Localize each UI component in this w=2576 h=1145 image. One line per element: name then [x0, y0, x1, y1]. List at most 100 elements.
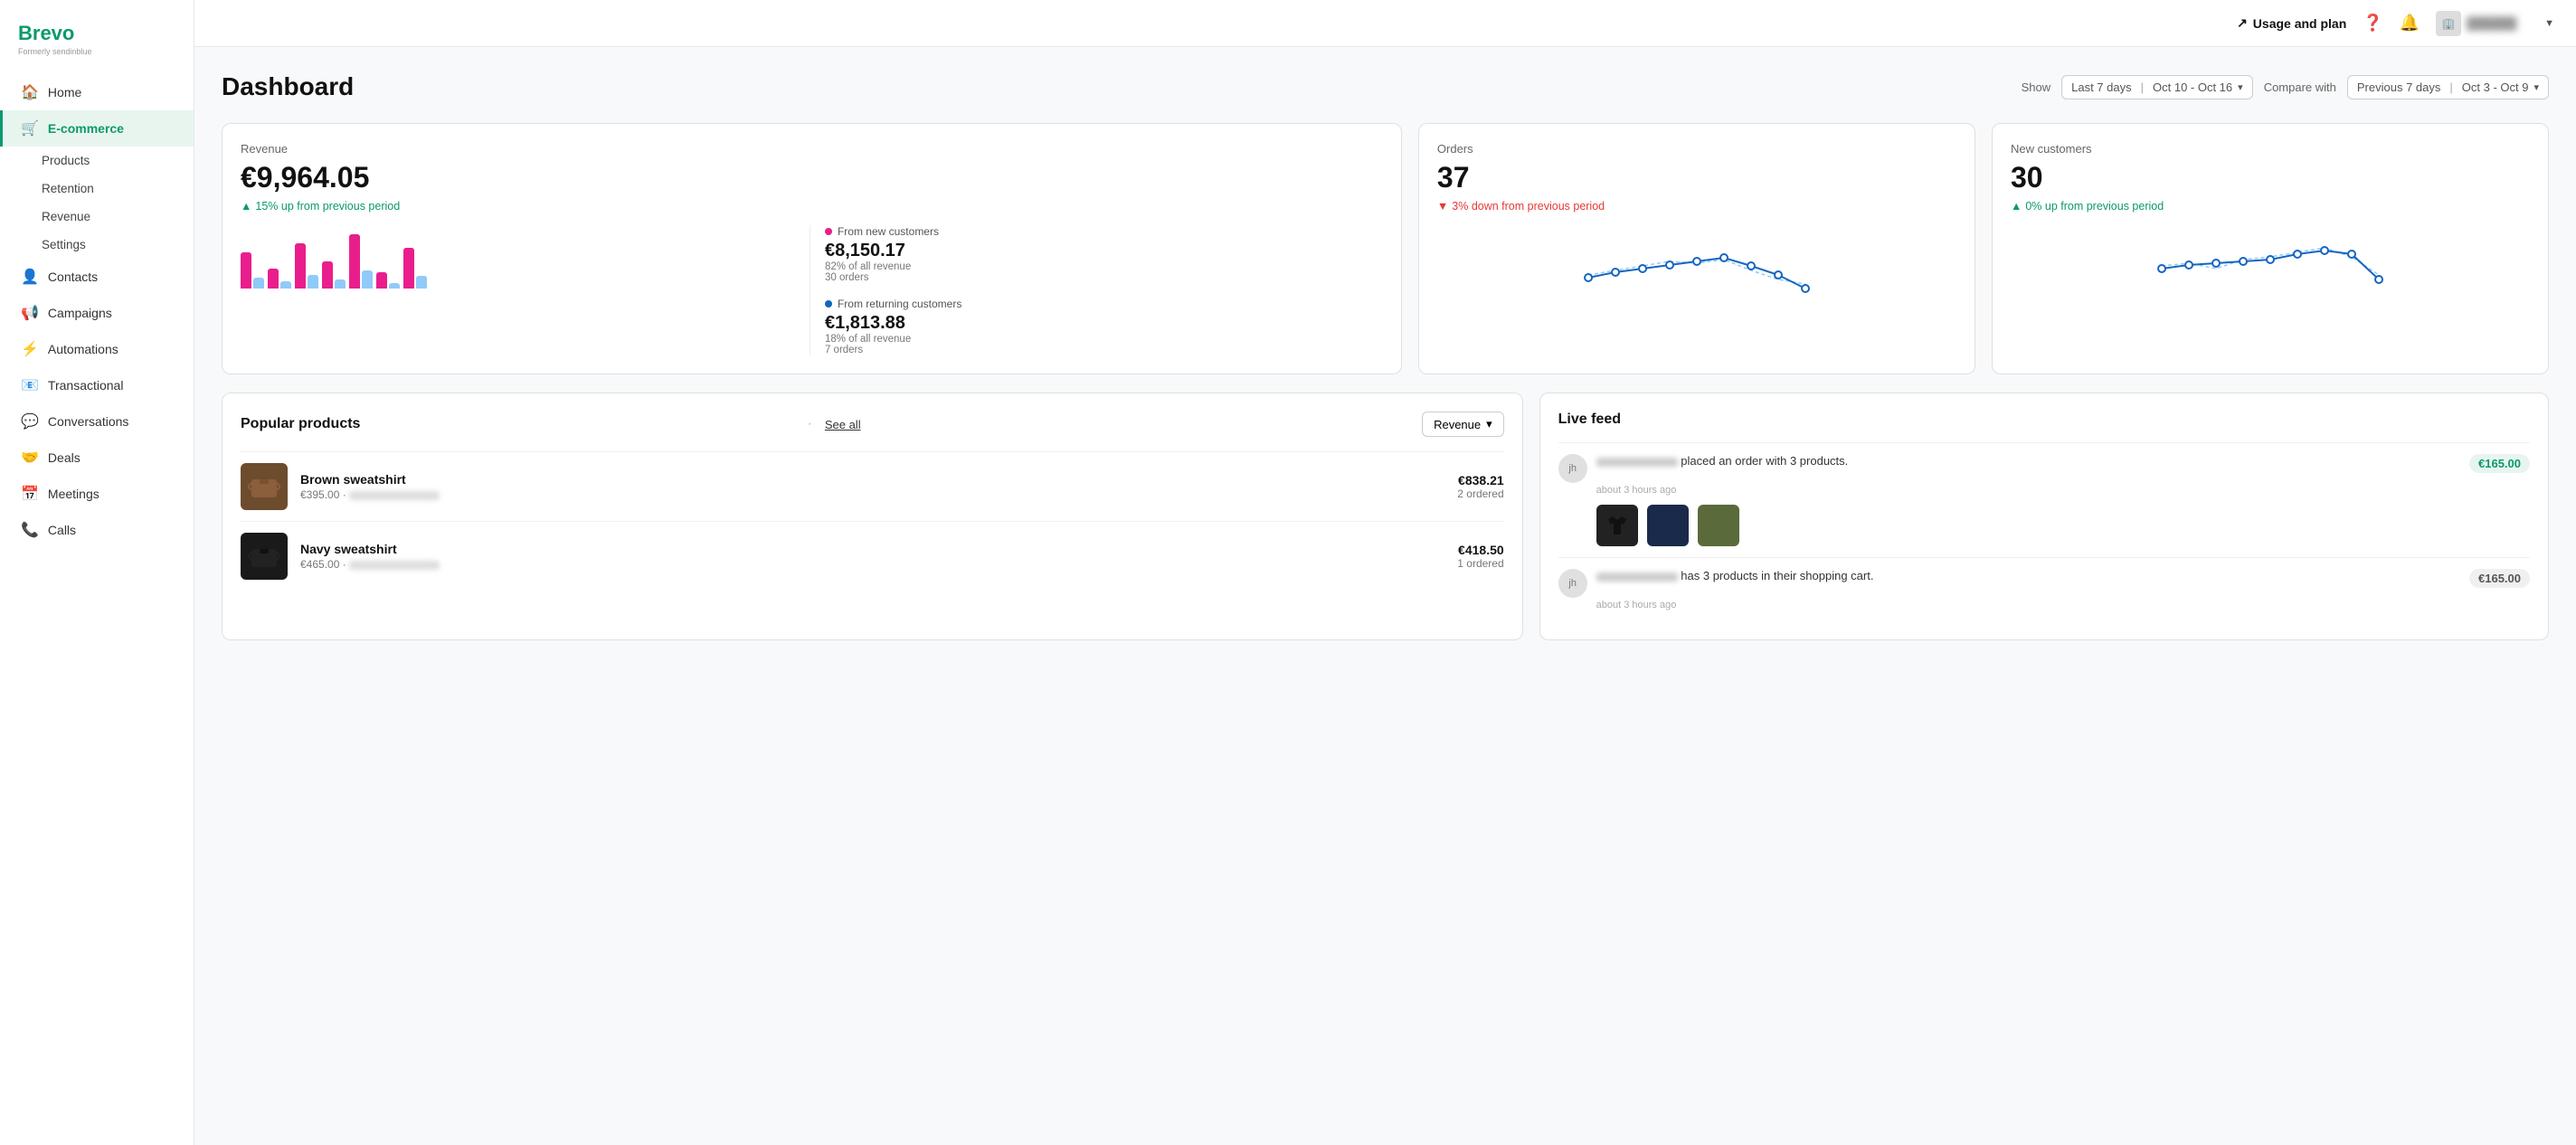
returning-customers-value: €1,813.88	[825, 313, 1383, 334]
period-label: Last 7 days	[2071, 80, 2132, 94]
compare-dates: Oct 3 - Oct 9	[2462, 80, 2529, 94]
see-all-link[interactable]: See all	[825, 418, 861, 431]
sidebar-item-conversations[interactable]: 💬 Conversations	[0, 403, 194, 440]
orders-value: 37	[1437, 161, 1956, 194]
sidebar-item-products[interactable]: Products	[0, 147, 194, 175]
new-customers-section: From new customers €8,150.17 82% of all …	[825, 225, 1383, 283]
product-name: Brown sweatshirt	[300, 472, 1444, 487]
new-customers-point	[2267, 256, 2274, 263]
usage-label: Usage and plan	[2253, 16, 2346, 31]
bar-group	[403, 248, 427, 289]
popular-products-header: Popular products · See all Revenue ▾	[241, 412, 1504, 437]
product-name: Navy sweatshirt	[300, 542, 1444, 556]
sidebar: Brevo Formerly sendinblue 🏠 Home 🛒 E-com…	[0, 0, 194, 1145]
bar-blue	[389, 283, 400, 289]
new-customers-value: €8,150.17	[825, 241, 1383, 261]
period-select[interactable]: Last 7 days | Oct 10 - Oct 16 ▾	[2061, 75, 2253, 99]
sidebar-item-ecommerce[interactable]: 🛒 E-commerce	[0, 110, 194, 147]
sort-label: Revenue	[1434, 418, 1481, 431]
product-thumbnail	[241, 463, 288, 510]
sidebar-item-retention[interactable]: Retention	[0, 175, 194, 203]
feed-item-top: jh has 3 products in their shopping cart…	[1558, 569, 2530, 598]
products-sort-dropdown[interactable]: Revenue ▾	[1422, 412, 1504, 437]
page-title: Dashboard	[222, 72, 2022, 101]
bar-group	[268, 269, 291, 289]
notifications-icon[interactable]: 🔔	[2400, 14, 2420, 33]
bar-pink	[349, 234, 360, 289]
product-price: €395.00 ·	[300, 488, 1444, 501]
product-stats: €838.21 2 ordered	[1457, 473, 1503, 500]
period-dates: Oct 10 - Oct 16	[2153, 80, 2232, 94]
meetings-icon: 📅	[21, 485, 39, 503]
orders-point	[1585, 274, 1592, 281]
new-customers-point	[2240, 258, 2247, 265]
sidebar-item-revenue[interactable]: Revenue	[0, 203, 194, 231]
sidebar-item-label: Conversations	[48, 414, 129, 429]
olive-shirt-icon	[1705, 512, 1732, 539]
new-customers-point	[2348, 251, 2355, 258]
bar-group	[241, 252, 264, 289]
revenue-trend: ▲ 15% up from previous period	[241, 200, 1383, 213]
live-feed-title: Live feed	[1558, 412, 2530, 428]
help-icon[interactable]: ❓	[2363, 14, 2382, 33]
bar-blue	[362, 270, 373, 289]
chevron-down-icon: ▾	[2238, 81, 2243, 93]
new-customers-trend-text: 0% up from previous period	[2025, 200, 2164, 213]
feed-item-top: jh placed an order with 3 products. €165…	[1558, 454, 2530, 483]
revenue-trend-text: 15% up from previous period	[255, 200, 400, 213]
arrow-up-icon: ▲	[241, 200, 251, 213]
stats-cards-row: Revenue €9,964.05 ▲ 15% up from previous…	[222, 123, 2549, 374]
orders-label: Orders	[1437, 142, 1956, 156]
bar-pink	[268, 269, 279, 289]
product-revenue: €838.21	[1457, 473, 1503, 487]
orders-point	[1612, 269, 1619, 276]
sidebar-item-label: Deals	[48, 450, 80, 465]
from-customers-breakdown: From new customers €8,150.17 82% of all …	[810, 225, 1383, 355]
compare-select[interactable]: Previous 7 days | Oct 3 - Oct 9 ▾	[2347, 75, 2549, 99]
sidebar-item-deals[interactable]: 🤝 Deals	[0, 440, 194, 476]
sidebar-item-contacts[interactable]: 👤 Contacts	[0, 259, 194, 295]
feed-time: about 3 hours ago	[1596, 600, 2530, 610]
compare-period: Previous 7 days	[2357, 80, 2441, 94]
bar-group	[295, 243, 318, 289]
revenue-card: Revenue €9,964.05 ▲ 15% up from previous…	[222, 123, 1402, 374]
dashboard-header: Dashboard Show Last 7 days | Oct 10 - Oc…	[222, 72, 2549, 101]
sidebar-item-calls[interactable]: 📞 Calls	[0, 512, 194, 548]
sidebar-item-campaigns[interactable]: 📢 Campaigns	[0, 295, 194, 331]
sidebar-item-transactional[interactable]: 📧 Transactional	[0, 367, 194, 403]
new-customers-point	[2375, 276, 2382, 283]
sidebar-item-label: Meetings	[48, 487, 99, 501]
feed-product-images	[1596, 505, 2530, 546]
orders-card: Orders 37 ▼ 3% down from previous period	[1418, 123, 1975, 374]
product-item: Brown sweatshirt €395.00 · €838.21 2 ord…	[241, 451, 1504, 521]
bar-pink	[376, 272, 387, 289]
orders-point	[1666, 261, 1673, 269]
automations-icon: ⚡	[21, 340, 39, 358]
feed-action: placed an order with 3 products.	[1681, 454, 1848, 468]
feed-username-blurred	[1596, 572, 1678, 582]
chevron-down-icon: ▾	[1486, 417, 1492, 431]
show-label: Show	[2022, 80, 2051, 94]
orders-point	[1775, 271, 1782, 279]
usage-and-plan-button[interactable]: ↗ Usage and plan	[2237, 15, 2346, 31]
avatar: 🏢	[2436, 11, 2461, 36]
new-customers-line-chart	[2011, 225, 2530, 302]
sidebar-item-home[interactable]: 🏠 Home	[0, 74, 194, 110]
feed-text: placed an order with 3 products.	[1596, 454, 2460, 468]
orders-svg-chart	[1437, 225, 1956, 298]
returning-customers-pct: 18% of all revenue	[825, 334, 1383, 345]
sidebar-item-meetings[interactable]: 📅 Meetings	[0, 476, 194, 512]
revenue-chart-area: From new customers €8,150.17 82% of all …	[241, 225, 1383, 355]
new-customers-point	[2185, 261, 2192, 269]
sidebar-item-settings[interactable]: Settings	[0, 231, 194, 259]
orders-point	[1639, 265, 1646, 272]
bar-pink	[295, 243, 306, 289]
returning-customers-section: From returning customers €1,813.88 18% o…	[825, 298, 1383, 355]
feed-time: about 3 hours ago	[1596, 485, 2530, 496]
account-menu[interactable]: 🏢 ██████ ▼	[2436, 11, 2554, 36]
sidebar-item-automations[interactable]: ⚡ Automations	[0, 331, 194, 367]
feed-avatar: jh	[1558, 454, 1587, 483]
feed-action: has 3 products in their shopping cart.	[1681, 569, 1873, 582]
returning-customers-label: From returning customers	[825, 298, 1383, 310]
product-orders: 2 ordered	[1457, 487, 1503, 500]
